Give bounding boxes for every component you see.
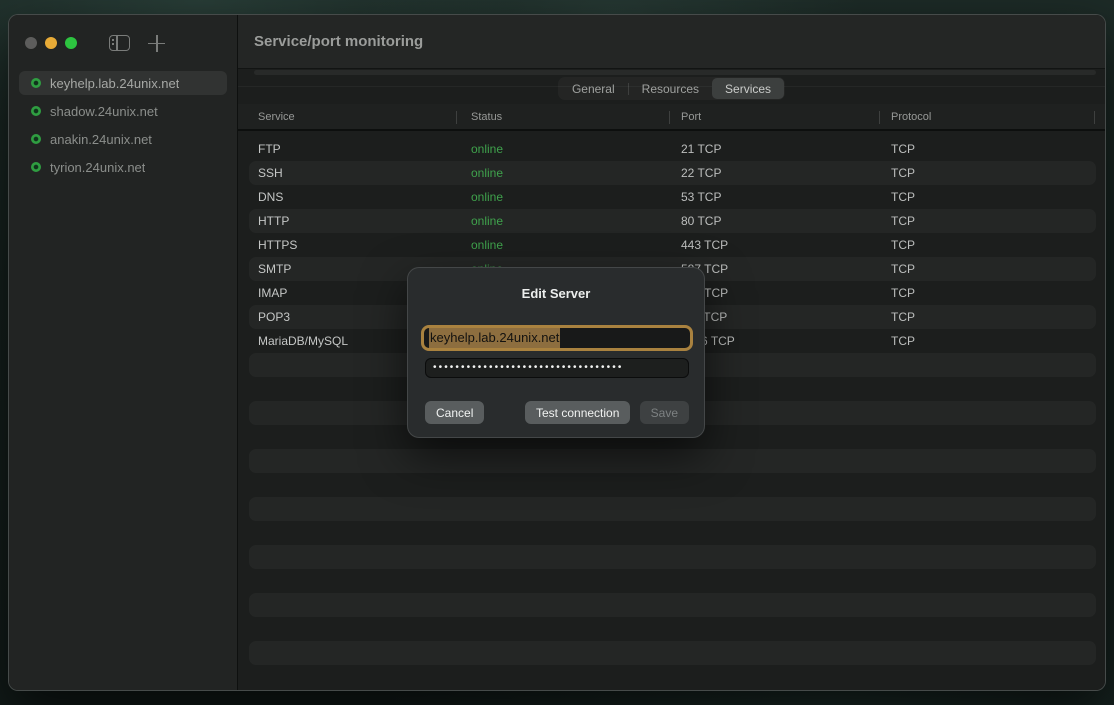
cell-port: 443 TCP bbox=[681, 238, 891, 252]
empty-table-row bbox=[249, 593, 1096, 617]
cell-protocol: TCP bbox=[891, 238, 1096, 252]
server-list: keyhelp.lab.24unix.net shadow.24unix.net… bbox=[19, 71, 227, 183]
cancel-button[interactable]: Cancel bbox=[425, 401, 484, 424]
cell-protocol: TCP bbox=[891, 286, 1096, 300]
cell-protocol: TCP bbox=[891, 142, 1096, 156]
cell-protocol: TCP bbox=[891, 190, 1096, 204]
cell-port: 22 TCP bbox=[681, 166, 891, 180]
server-name: anakin.24unix.net bbox=[50, 132, 152, 147]
tab-label: General bbox=[572, 82, 615, 96]
cell-protocol: TCP bbox=[891, 166, 1096, 180]
server-status-dot-icon bbox=[31, 106, 41, 116]
cell-status: online bbox=[471, 166, 681, 180]
traffic-lights bbox=[25, 37, 77, 49]
empty-table-row bbox=[249, 617, 1096, 641]
column-separator bbox=[1094, 111, 1095, 124]
server-status-dot-icon bbox=[31, 78, 41, 88]
app-window: keyhelp.lab.24unix.net shadow.24unix.net… bbox=[8, 14, 1106, 691]
cell-status: online bbox=[471, 190, 681, 204]
empty-table-row bbox=[249, 545, 1096, 569]
sidebar-item-server[interactable]: anakin.24unix.net bbox=[19, 127, 227, 151]
cell-port: 110 TCP bbox=[681, 310, 891, 324]
cell-port: 21 TCP bbox=[681, 142, 891, 156]
tab-label: Resources bbox=[642, 82, 699, 96]
content-top-band bbox=[254, 70, 1096, 75]
cell-port: 587 TCP bbox=[681, 262, 891, 276]
tab-services[interactable]: Services bbox=[712, 78, 784, 99]
table-row[interactable]: DNSonline53 TCPTCP bbox=[249, 185, 1096, 209]
sidebar: keyhelp.lab.24unix.net shadow.24unix.net… bbox=[9, 15, 238, 690]
cell-port: 3306 TCP bbox=[681, 334, 891, 348]
hostname-value: keyhelp.lab.24unix.net bbox=[429, 328, 560, 348]
column-header-port[interactable]: Port bbox=[681, 111, 891, 123]
server-name: keyhelp.lab.24unix.net bbox=[50, 76, 179, 91]
edit-server-dialog: Edit Server keyhelp.lab.24unix.net •••••… bbox=[407, 267, 705, 438]
cell-protocol: TCP bbox=[891, 334, 1096, 348]
cell-protocol: TCP bbox=[891, 310, 1096, 324]
minimize-window-button[interactable] bbox=[45, 37, 57, 49]
test-connection-button[interactable]: Test connection bbox=[525, 401, 630, 424]
cell-port: 53 TCP bbox=[681, 190, 891, 204]
cell-status: online bbox=[471, 214, 681, 228]
cell-service: DNS bbox=[258, 190, 471, 204]
cell-service: SSH bbox=[258, 166, 471, 180]
cell-service: HTTP bbox=[258, 214, 471, 228]
server-name: tyrion.24unix.net bbox=[50, 160, 145, 175]
tab-general[interactable]: General bbox=[559, 78, 628, 99]
add-server-icon[interactable] bbox=[148, 35, 165, 52]
sidebar-item-server[interactable]: tyrion.24unix.net bbox=[19, 155, 227, 179]
empty-table-row bbox=[249, 473, 1096, 497]
page-title: Service/port monitoring bbox=[254, 33, 423, 50]
empty-table-row bbox=[249, 497, 1096, 521]
table-row[interactable]: HTTPSonline443 TCPTCP bbox=[249, 233, 1096, 257]
cell-status: online bbox=[471, 238, 681, 252]
cell-service: HTTPS bbox=[258, 238, 471, 252]
sidebar-item-server[interactable]: keyhelp.lab.24unix.net bbox=[19, 71, 227, 95]
column-header-protocol[interactable]: Protocol bbox=[891, 111, 1105, 123]
cell-port: 143 TCP bbox=[681, 286, 891, 300]
hostname-input[interactable]: keyhelp.lab.24unix.net bbox=[421, 325, 693, 351]
table-row[interactable]: FTPonline21 TCPTCP bbox=[249, 137, 1096, 161]
cell-status: online bbox=[471, 142, 681, 156]
column-separator bbox=[669, 111, 670, 124]
titlebar: Service/port monitoring bbox=[238, 15, 1105, 69]
toggle-sidebar-icon[interactable] bbox=[109, 35, 130, 51]
empty-table-row bbox=[249, 449, 1096, 473]
server-status-dot-icon bbox=[31, 162, 41, 172]
dialog-title: Edit Server bbox=[408, 286, 704, 301]
column-separator bbox=[456, 111, 457, 124]
save-button[interactable]: Save bbox=[640, 401, 689, 424]
cell-port: 80 TCP bbox=[681, 214, 891, 228]
cell-protocol: TCP bbox=[891, 214, 1096, 228]
column-separator bbox=[879, 111, 880, 124]
column-header-status[interactable]: Status bbox=[471, 111, 681, 123]
tab-resources[interactable]: Resources bbox=[629, 78, 712, 99]
table-row[interactable]: HTTPonline80 TCPTCP bbox=[249, 209, 1096, 233]
password-input[interactable]: •••••••••••••••••••••••••••••••••• bbox=[425, 358, 689, 378]
segmented-control: General Resources Services bbox=[558, 77, 785, 100]
empty-table-row bbox=[249, 641, 1096, 665]
server-status-dot-icon bbox=[31, 134, 41, 144]
sidebar-item-server[interactable]: shadow.24unix.net bbox=[19, 99, 227, 123]
server-name: shadow.24unix.net bbox=[50, 104, 158, 119]
zoom-window-button[interactable] bbox=[65, 37, 77, 49]
close-window-button[interactable] bbox=[25, 37, 37, 49]
tab-row: General Resources Services bbox=[238, 77, 1105, 100]
column-header-service[interactable]: Service bbox=[258, 111, 471, 123]
table-header: Service Status Port Protocol bbox=[238, 104, 1105, 131]
cell-service: FTP bbox=[258, 142, 471, 156]
empty-table-row bbox=[249, 521, 1096, 545]
empty-table-row bbox=[249, 665, 1096, 689]
tab-label: Services bbox=[725, 82, 771, 96]
cell-protocol: TCP bbox=[891, 262, 1096, 276]
table-row[interactable]: SSHonline22 TCPTCP bbox=[249, 161, 1096, 185]
empty-table-row bbox=[249, 569, 1096, 593]
